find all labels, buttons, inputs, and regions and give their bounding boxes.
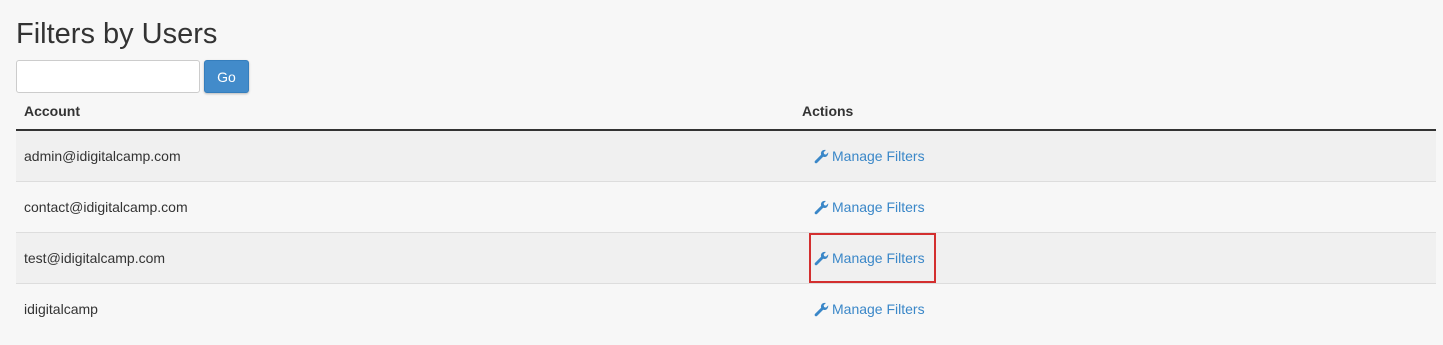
manage-filters-label: Manage Filters [832,301,925,317]
account-cell: idigitalcamp [24,301,98,317]
go-button[interactable]: Go [204,60,249,93]
account-cell: test@idigitalcamp.com [24,250,166,266]
column-header-account: Account [24,103,80,119]
table-row: idigitalcamp Manage Filters [16,284,1436,334]
manage-filters-label: Manage Filters [832,250,925,266]
manage-filters-label: Manage Filters [832,148,925,164]
search-input[interactable] [16,60,200,93]
table-row: test@idigitalcamp.com Manage Filters [16,233,1436,284]
wrench-icon [814,149,829,163]
column-header-actions: Actions [802,103,854,119]
account-cell: admin@idigitalcamp.com [24,148,181,164]
account-cell: contact@idigitalcamp.com [24,199,188,215]
manage-filters-link[interactable]: Manage Filters [814,249,925,267]
table-row: admin@idigitalcamp.com Manage Filters [16,131,1436,182]
wrench-icon [814,200,829,214]
table-header: Account Actions [16,96,1436,131]
manage-filters-link[interactable]: Manage Filters [814,198,925,216]
wrench-icon [814,302,829,316]
manage-filters-link[interactable]: Manage Filters [814,300,925,318]
users-table: Account Actions admin@idigitalcamp.com M… [16,96,1436,334]
manage-filters-label: Manage Filters [832,199,925,215]
table-row: contact@idigitalcamp.com Manage Filters [16,182,1436,233]
page-title: Filters by Users [16,18,218,50]
wrench-icon [814,251,829,265]
filters-page: Filters by Users Go Account Actions admi… [0,0,1443,345]
manage-filters-link[interactable]: Manage Filters [814,147,925,165]
